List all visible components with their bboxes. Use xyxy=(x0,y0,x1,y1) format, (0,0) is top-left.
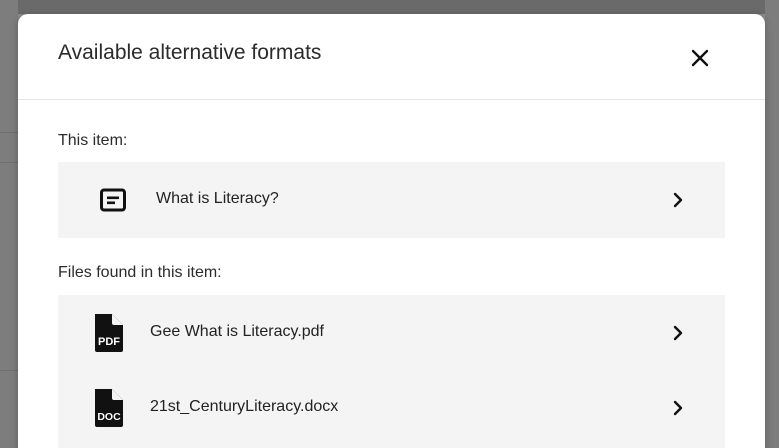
chevron-right-icon xyxy=(670,400,686,416)
pdf-badge-text: PDF xyxy=(98,336,120,348)
dialog-title: Available alternative formats xyxy=(58,41,322,64)
chevron-right-icon xyxy=(670,325,686,341)
chevron-right-icon xyxy=(670,192,686,208)
file-row-doc[interactable]: DOC 21st_CenturyLiteracy.docx xyxy=(58,370,725,448)
backdrop-divider xyxy=(0,370,18,371)
backdrop-divider xyxy=(0,162,18,163)
close-button[interactable] xyxy=(680,38,720,78)
this-item-row[interactable]: What is Literacy? xyxy=(58,162,725,238)
file-label-pdf: Gee What is Literacy.pdf xyxy=(150,323,324,340)
this-item-heading: This item: xyxy=(58,132,128,149)
this-item-label: What is Literacy? xyxy=(156,190,279,207)
backdrop-top-bar xyxy=(0,0,779,14)
files-heading: Files found in this item: xyxy=(58,264,222,281)
close-icon xyxy=(691,49,709,67)
doc-file-icon: DOC xyxy=(93,389,125,427)
alternative-formats-dialog: Available alternative formats This item:… xyxy=(18,14,765,448)
backdrop-left-edge xyxy=(0,0,18,448)
pdf-file-icon: PDF xyxy=(93,314,125,352)
file-row-pdf[interactable]: PDF Gee What is Literacy.pdf xyxy=(58,295,725,370)
backdrop-right-edge xyxy=(765,0,779,448)
dialog-header: Available alternative formats xyxy=(18,14,765,100)
backdrop-divider xyxy=(0,132,18,133)
document-icon xyxy=(99,188,127,212)
file-label-doc: 21st_CenturyLiteracy.docx xyxy=(150,398,339,415)
doc-badge-text: DOC xyxy=(97,411,121,423)
